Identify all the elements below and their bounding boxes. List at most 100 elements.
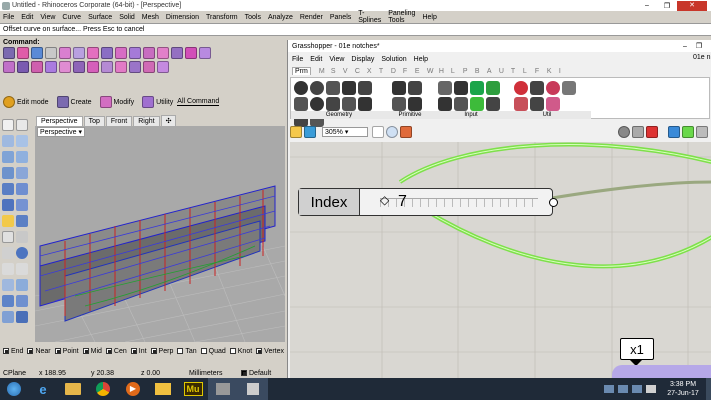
command-line[interactable]: Command: [0,37,290,47]
tab-modify[interactable]: Modify [114,99,135,106]
gh-display-more-icon[interactable] [696,126,708,138]
polygon-tool-icon[interactable] [2,183,14,195]
menu-dimension[interactable]: Dimension [166,14,199,21]
select-tool-icon[interactable] [2,119,14,131]
tray-clock[interactable]: 3:38 PM 27-Jun-17 [660,380,706,398]
menu-file[interactable]: File [3,14,14,21]
gh-button-icon[interactable] [454,81,468,95]
gh-tab-u[interactable]: U [499,68,511,75]
render-tool-icon[interactable] [143,61,155,73]
extrude-surface-icon[interactable] [2,231,14,243]
minimize-icon[interactable]: – [637,2,657,9]
gh-vector-param-icon[interactable] [342,97,356,111]
gh-menu-solution[interactable]: Solution [381,56,406,63]
close-icon[interactable]: ✕ [677,0,707,11]
menu-render[interactable]: Render [300,14,323,21]
gh-tab-h[interactable]: H [439,68,451,75]
move-icon[interactable] [2,279,14,291]
status-units[interactable]: Millimeters [189,370,241,377]
menu-curve[interactable]: Curve [62,14,81,21]
gh-text-param-icon[interactable] [408,81,422,95]
mesh-tool-icon[interactable] [3,61,15,73]
gh-tab-params[interactable]: Prm [292,67,311,75]
torus-tool-icon[interactable] [16,215,28,227]
curve-tool-icon[interactable] [31,47,43,59]
gh-menu-edit[interactable]: Edit [310,56,322,63]
edit-points-icon[interactable] [2,247,14,259]
gh-surface-param-icon[interactable] [342,81,356,95]
gh-number-param-icon[interactable] [392,97,406,111]
gh-tab-l[interactable]: L [451,68,463,75]
gh-galapagos-icon[interactable] [514,97,528,111]
gh-circle-icon[interactable] [310,81,324,95]
rotate-icon[interactable] [16,279,28,291]
taskbar-media-icon[interactable]: ▶ [118,378,148,400]
tab-create[interactable]: Create [71,99,92,106]
network-tool-icon[interactable] [143,47,155,59]
extrude-tool-icon[interactable] [101,47,113,59]
gh-tab-p[interactable]: P [463,68,475,75]
copy-tool-icon[interactable] [101,61,113,73]
gh-curve-param-icon[interactable] [326,81,340,95]
tab-all-command[interactable]: All Command [177,98,220,106]
gh-slider-icon[interactable] [438,97,452,111]
tab-utility[interactable]: Utility [156,99,173,106]
rotate-tool-icon[interactable] [73,61,85,73]
gh-preview-off-icon[interactable] [646,126,658,138]
analyze-icon[interactable] [2,311,14,323]
gh-menu-help[interactable]: Help [414,56,428,63]
gh-zoom-field[interactable]: 305% ▾ [322,127,368,137]
tab-front[interactable]: Front [105,116,133,126]
revolve-tool-icon[interactable] [115,47,127,59]
tray-battery-icon[interactable] [618,385,628,393]
freeform-tool-icon[interactable] [16,183,28,195]
slider-output-port[interactable] [549,198,558,207]
gh-minimize-icon[interactable]: – [678,43,692,50]
gh-point-icon[interactable] [294,81,308,95]
gh-box-param-icon[interactable] [358,97,372,111]
index-slider[interactable]: Index ◇ 7 [298,188,558,216]
gh-tab-k[interactable]: K [547,68,559,75]
gh-value-list-icon[interactable] [454,97,468,111]
polyline-tool-icon[interactable] [16,135,28,147]
gh-tab-i[interactable]: I [559,68,571,75]
osnap-vertex[interactable]: Vertex [256,348,284,355]
gh-paint-sketch-icon[interactable] [400,126,412,138]
sweep-tool-icon[interactable] [87,47,99,59]
join-tool-icon[interactable] [185,47,197,59]
boolean-tool-icon[interactable] [157,47,169,59]
group-tool-icon[interactable] [115,61,127,73]
gh-tab-v[interactable]: V [343,68,355,75]
sphere-solid-icon[interactable] [16,247,28,259]
osnap-int[interactable]: Int [130,348,147,355]
slider-track[interactable]: ◇ 7 [360,189,552,215]
gh-canvas[interactable]: Index ◇ 7 x1 [290,142,711,378]
gh-swatch-icon[interactable] [470,97,484,111]
gh-tab-w[interactable]: W [427,68,439,75]
osnap-tan[interactable]: Tan [177,348,197,355]
boolean-union-icon[interactable] [2,295,14,307]
menu-view[interactable]: View [40,14,55,21]
shade-icon[interactable] [16,311,28,323]
dimension-tool-icon[interactable] [2,263,14,275]
menu-analyze[interactable]: Analyze [268,14,293,21]
slider-grip-icon[interactable]: ◇ [380,193,389,207]
menu-tsplines[interactable]: T-Splines [358,10,381,24]
gh-panel-icon[interactable] [470,81,484,95]
box-tool-icon[interactable] [3,47,15,59]
tab-edit-mode[interactable]: Edit mode [17,99,49,106]
arc-tool-icon[interactable] [16,151,28,163]
menu-tools[interactable]: Tools [245,14,261,21]
osnap-mid[interactable]: Mid [82,348,102,355]
ellipse-tool-icon[interactable] [2,167,14,179]
tab-right[interactable]: Right [133,116,160,126]
osnap-perp[interactable]: Perp [150,348,173,355]
layer-tool-icon[interactable] [129,61,141,73]
gh-tab-t2[interactable]: T [511,68,523,75]
taskbar-muse-icon[interactable]: Mu [178,378,208,400]
gh-cherries-icon[interactable] [514,81,528,95]
gh-menu-display[interactable]: Display [351,56,374,63]
tray-flag-icon[interactable] [646,385,656,393]
osnap-cen[interactable]: Cen [105,348,127,355]
gh-cone-icon[interactable] [546,97,560,111]
